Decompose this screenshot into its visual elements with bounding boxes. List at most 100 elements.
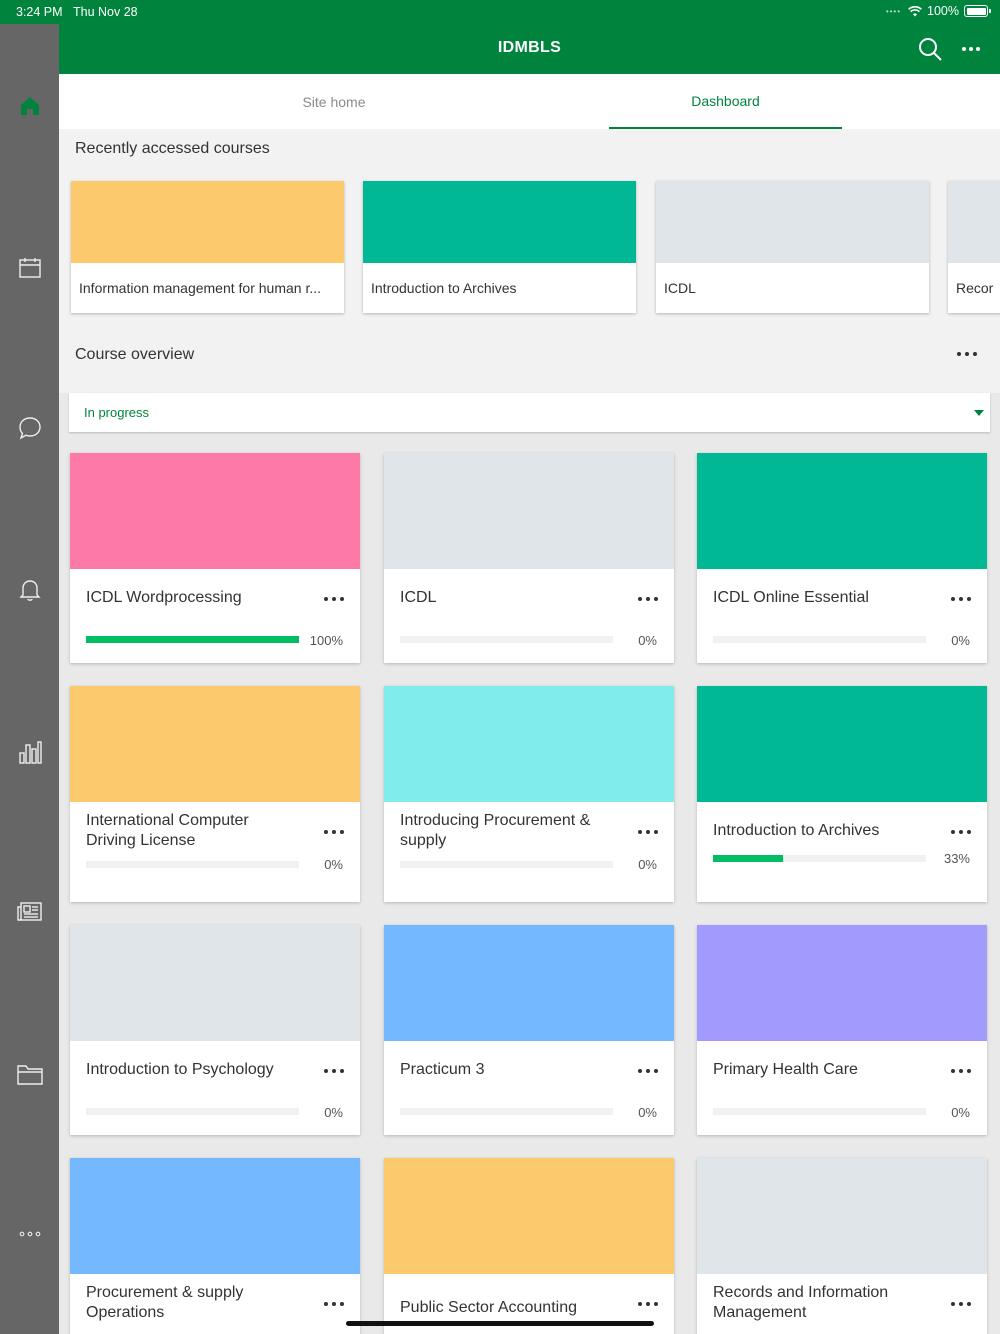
course-card[interactable]: Primary Health Care 0% bbox=[697, 925, 987, 1135]
app-header: IDMBLS bbox=[59, 24, 1000, 74]
status-right: •••• 100% bbox=[885, 4, 991, 18]
course-filter-select[interactable]: In progress bbox=[69, 393, 990, 432]
files-icon[interactable] bbox=[16, 1060, 44, 1088]
progress-percent: 0% bbox=[324, 1105, 343, 1120]
course-card[interactable]: Records and Information Management bbox=[697, 1158, 987, 1334]
grades-icon[interactable] bbox=[16, 738, 44, 766]
course-name: Introduction to Archives bbox=[371, 280, 517, 296]
course-image bbox=[384, 1158, 674, 1274]
course-name: Public Sector Accounting bbox=[400, 1299, 577, 1316]
course-name: Primary Health Care bbox=[713, 1061, 858, 1078]
course-image bbox=[697, 1158, 987, 1274]
recent-courses-strip[interactable]: Information management for human r... In… bbox=[59, 168, 1000, 326]
course-more-icon[interactable] bbox=[324, 1302, 344, 1306]
tab-bar: Site home Dashboard bbox=[59, 74, 1000, 129]
progress-bar bbox=[400, 1108, 613, 1115]
course-name: Information management for human r... bbox=[79, 280, 322, 296]
course-image bbox=[384, 925, 674, 1041]
course-name: Recor bbox=[956, 280, 994, 296]
progress-percent: 0% bbox=[638, 633, 657, 648]
status-time: 3:24 PM bbox=[16, 5, 63, 19]
course-overview-header: Course overview bbox=[59, 326, 1000, 383]
course-name: Introducing Procurement & supply bbox=[400, 812, 591, 849]
battery-icon bbox=[964, 5, 991, 17]
overview-more-icon[interactable] bbox=[957, 352, 977, 356]
course-name: ICDL bbox=[664, 280, 696, 296]
course-name: International Computer Driving License bbox=[86, 812, 249, 849]
course-card[interactable]: ICDL Wordprocessing 100% bbox=[70, 453, 360, 663]
course-filter-value: In progress bbox=[84, 405, 150, 420]
notifications-icon[interactable] bbox=[16, 576, 44, 604]
course-card[interactable]: International Computer Driving License 0% bbox=[70, 686, 360, 902]
home-icon[interactable] bbox=[16, 92, 44, 120]
progress-percent: 0% bbox=[951, 633, 970, 648]
progress-bar bbox=[400, 636, 613, 643]
course-card[interactable]: Procurement & supply Operations bbox=[70, 1158, 360, 1334]
course-card[interactable]: ICDL 0% bbox=[384, 453, 674, 663]
course-more-icon[interactable] bbox=[324, 1069, 344, 1073]
progress-fill bbox=[713, 855, 784, 862]
course-more-icon[interactable] bbox=[951, 1302, 971, 1306]
more-icon[interactable] bbox=[16, 1220, 44, 1248]
sidebar bbox=[0, 24, 59, 1334]
battery-percent: 100% bbox=[927, 4, 959, 18]
progress-fill bbox=[86, 636, 299, 643]
course-image bbox=[697, 686, 987, 802]
course-more-icon[interactable] bbox=[638, 597, 658, 601]
course-image bbox=[697, 453, 987, 569]
calendar-icon[interactable] bbox=[16, 254, 44, 282]
course-more-icon[interactable] bbox=[638, 830, 658, 834]
news-icon[interactable] bbox=[16, 898, 44, 926]
recent-courses-header: Recently accessed courses bbox=[59, 129, 1000, 168]
course-more-icon[interactable] bbox=[951, 1069, 971, 1073]
progress-bar bbox=[86, 861, 299, 868]
course-more-icon[interactable] bbox=[638, 1069, 658, 1073]
signal-icon: •••• bbox=[885, 6, 902, 16]
course-more-icon[interactable] bbox=[951, 830, 971, 834]
progress-bar bbox=[713, 855, 926, 862]
course-card[interactable]: Introducing Procurement & supply 0% bbox=[384, 686, 674, 902]
course-card[interactable]: Introduction to Psychology 0% bbox=[70, 925, 360, 1135]
course-more-icon[interactable] bbox=[324, 597, 344, 601]
course-overview-title: Course overview bbox=[75, 346, 195, 363]
course-name: Records and Information Management bbox=[713, 1284, 889, 1321]
course-image bbox=[70, 686, 360, 802]
messages-icon[interactable] bbox=[16, 414, 44, 442]
progress-bar bbox=[86, 1108, 299, 1115]
course-more-icon[interactable] bbox=[951, 597, 971, 601]
course-card[interactable]: Public Sector Accounting bbox=[384, 1158, 674, 1334]
app-title: IDMBLS bbox=[497, 39, 562, 56]
course-more-icon[interactable] bbox=[324, 830, 344, 834]
course-card[interactable]: Introduction to Archives 33% bbox=[697, 686, 987, 902]
course-image bbox=[656, 181, 929, 263]
tab-site-home[interactable]: Site home bbox=[139, 74, 529, 129]
course-name: ICDL Online Essential bbox=[713, 589, 869, 606]
chevron-down-icon bbox=[974, 410, 984, 416]
progress-bar bbox=[713, 1108, 926, 1115]
header-more-icon[interactable] bbox=[958, 36, 984, 62]
course-image bbox=[384, 453, 674, 569]
tab-dashboard[interactable]: Dashboard bbox=[609, 74, 842, 129]
course-image bbox=[384, 686, 674, 802]
overview-spacer bbox=[59, 383, 1000, 393]
course-name: ICDL bbox=[400, 589, 437, 606]
status-bar: 3:24 PM Thu Nov 28 •••• 100% bbox=[0, 0, 1000, 24]
progress-percent: 0% bbox=[638, 857, 657, 872]
course-name: Practicum 3 bbox=[400, 1061, 485, 1078]
course-card[interactable]: ICDL Online Essential 0% bbox=[697, 453, 987, 663]
course-name: Procurement & supply Operations bbox=[86, 1284, 244, 1321]
progress-percent: 0% bbox=[638, 1105, 657, 1120]
course-more-icon[interactable] bbox=[638, 1302, 658, 1306]
progress-bar bbox=[713, 636, 926, 643]
course-image bbox=[70, 1158, 360, 1274]
course-name: Introduction to Archives bbox=[713, 822, 880, 839]
recent-course-card[interactable]: Introduction to Archives bbox=[363, 181, 636, 313]
search-icon[interactable] bbox=[917, 36, 943, 62]
recent-course-card[interactable]: ICDL bbox=[656, 181, 929, 313]
recent-course-card[interactable]: Recor bbox=[948, 181, 1000, 313]
course-image bbox=[71, 181, 344, 263]
course-card[interactable]: Practicum 3 0% bbox=[384, 925, 674, 1135]
recent-course-card[interactable]: Information management for human r... bbox=[71, 181, 344, 313]
progress-bar bbox=[400, 861, 613, 868]
course-image bbox=[70, 925, 360, 1041]
